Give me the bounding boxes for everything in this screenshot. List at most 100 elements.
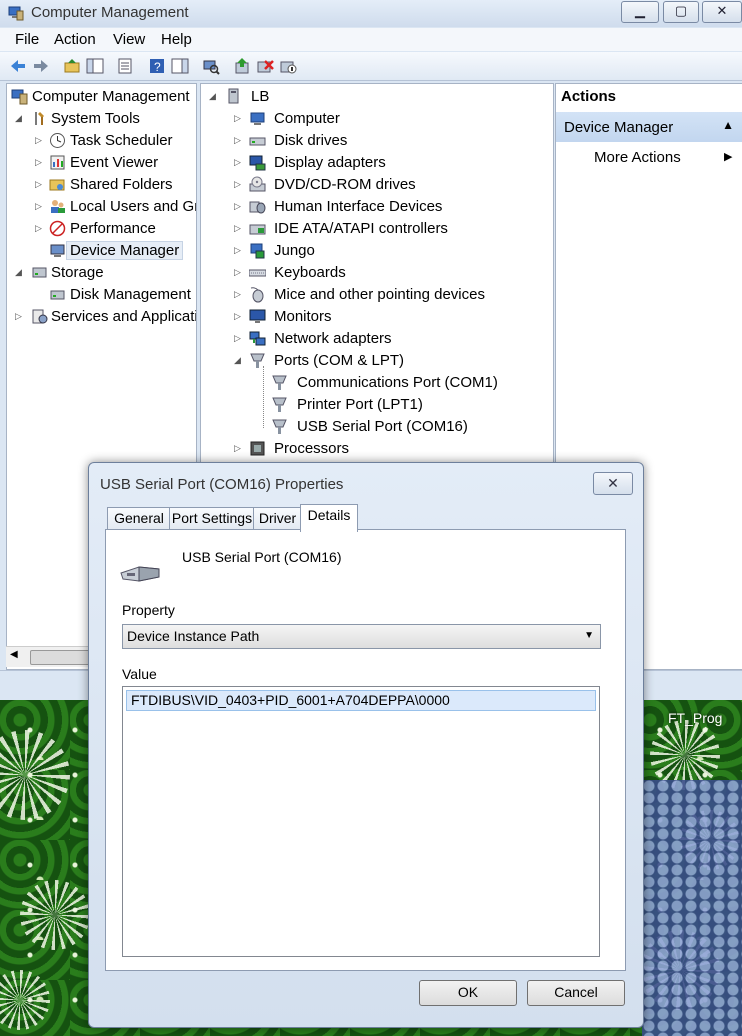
collapsed-arrow-icon[interactable]: ▷: [234, 157, 244, 169]
device-tree-root-label: LB: [251, 88, 270, 105]
menu-help[interactable]: Help: [161, 31, 192, 48]
title-bar[interactable]: Computer Management ▁ ▢ ✕: [0, 0, 742, 27]
collapsed-arrow-icon[interactable]: ▷: [35, 135, 45, 147]
collapsed-arrow-icon[interactable]: ▷: [234, 201, 244, 213]
expanded-arrow-icon[interactable]: ◢: [15, 267, 25, 279]
collapsed-arrow-icon[interactable]: ▷: [35, 179, 45, 191]
tools-icon: [35, 112, 44, 125]
device-category-label: Disk drives: [274, 132, 348, 149]
action-pane-icon[interactable]: [171, 57, 189, 75]
tree-item-label: System Tools: [51, 110, 140, 127]
expanded-arrow-icon[interactable]: ◢: [15, 113, 25, 125]
tree-item-label: Shared Folders: [70, 176, 173, 193]
up-folder-icon[interactable]: [63, 57, 81, 75]
show-hide-tree-icon[interactable]: [86, 57, 104, 75]
disable-device-icon[interactable]: [279, 57, 297, 75]
device-category-label: DVD/CD-ROM drives: [274, 176, 416, 193]
list-item[interactable]: FTDIBUS\VID_0403+PID_6001+A704DEPPA\0000: [126, 690, 596, 711]
device-manager-icon: [50, 244, 65, 257]
tree-item-label: Services and Applications: [51, 308, 197, 325]
device-category-label: Network adapters: [274, 330, 392, 347]
port-icon: [272, 397, 287, 412]
expanded-arrow-icon[interactable]: ◢: [234, 355, 244, 367]
help-icon[interactable]: ?: [148, 57, 166, 75]
device-category-label: Jungo: [274, 242, 315, 259]
monitor-icon: [249, 309, 266, 323]
back-arrow-icon[interactable]: [9, 57, 27, 75]
scroll-left-icon[interactable]: ◀: [10, 649, 18, 660]
collapsed-arrow-icon[interactable]: ▷: [35, 157, 45, 169]
cancel-button[interactable]: Cancel: [527, 980, 625, 1006]
collapse-up-icon[interactable]: ▲: [722, 118, 734, 132]
collapsed-arrow-icon[interactable]: ▷: [234, 289, 244, 301]
minimize-button[interactable]: ▁: [621, 1, 659, 23]
ide-controller-icon: [249, 224, 266, 235]
close-icon: ✕: [607, 475, 619, 491]
property-dropdown-value: Device Instance Path: [127, 628, 260, 644]
collapsed-arrow-icon[interactable]: ▷: [234, 311, 244, 323]
scan-hardware-icon[interactable]: [202, 57, 220, 75]
computer-icon: [228, 88, 239, 104]
tree-item-label: Device Manager: [66, 241, 184, 260]
device-category-label: Ports (COM & LPT): [274, 352, 405, 369]
forward-arrow-icon[interactable]: [32, 57, 50, 75]
tree-item-label: Computer Management: [32, 88, 190, 105]
mouse-icon: [250, 287, 264, 303]
menu-action[interactable]: Action: [54, 31, 96, 48]
list-item-text: FTDIBUS\VID_0403+PID_6001+A704DEPPA\0000: [131, 692, 450, 708]
computer-management-icon: [8, 6, 24, 21]
tab-details[interactable]: Details: [300, 504, 358, 532]
tree-item-label: Event Viewer: [70, 154, 159, 171]
shared-folder-icon: [49, 179, 65, 191]
collapsed-arrow-icon[interactable]: ▷: [234, 113, 244, 125]
menu-view[interactable]: View: [113, 31, 145, 48]
toolbar: ?: [0, 52, 742, 81]
desktop-icon-label[interactable]: FT_Prog: [668, 710, 722, 726]
tab-port-settings[interactable]: Port Settings: [169, 507, 255, 530]
actions-section-device-manager[interactable]: Device Manager ▲: [556, 112, 742, 142]
ok-button[interactable]: OK: [419, 980, 517, 1006]
dialog-title: USB Serial Port (COM16) Properties: [100, 476, 344, 493]
value-list[interactable]: FTDIBUS\VID_0403+PID_6001+A704DEPPA\0000: [122, 686, 600, 957]
collapsed-arrow-icon[interactable]: ▷: [234, 223, 244, 235]
collapsed-arrow-icon[interactable]: ▷: [15, 311, 25, 323]
maximize-button[interactable]: ▢: [663, 1, 699, 23]
property-dropdown[interactable]: Device Instance Path ▼: [122, 624, 601, 649]
window-title: Computer Management: [31, 4, 189, 21]
device-category-label: Processors: [274, 440, 350, 457]
submenu-arrow-icon: ▶: [724, 151, 733, 163]
update-driver-icon[interactable]: [233, 57, 251, 75]
close-icon: ✕: [716, 3, 728, 18]
collapsed-arrow-icon[interactable]: ▷: [234, 267, 244, 279]
port-icon: [272, 419, 287, 434]
tab-driver[interactable]: Driver: [253, 507, 302, 530]
menu-bar: File Action View Help: [0, 28, 742, 51]
device-category-label: Computer: [274, 110, 340, 127]
collapsed-arrow-icon[interactable]: ▷: [35, 223, 45, 235]
properties-dialog: USB Serial Port (COM16) Properties ✕ Gen…: [88, 462, 644, 1028]
collapsed-arrow-icon[interactable]: ▷: [234, 333, 244, 345]
collapsed-arrow-icon[interactable]: ▷: [35, 201, 45, 213]
uninstall-device-icon[interactable]: [256, 57, 274, 75]
usb-serial-port-icon: [120, 566, 160, 582]
dropdown-arrow-icon[interactable]: ▼: [584, 630, 594, 641]
dialog-close-button[interactable]: ✕: [593, 472, 633, 495]
close-button[interactable]: ✕: [702, 1, 742, 23]
menu-file[interactable]: File: [15, 31, 39, 48]
more-actions-link[interactable]: More Actions: [594, 149, 681, 166]
keyboard-icon: [249, 269, 266, 277]
collapsed-arrow-icon[interactable]: ▷: [234, 179, 244, 191]
tree-item-label: Performance: [70, 220, 156, 237]
tab-general[interactable]: General: [107, 507, 171, 530]
services-icon: [32, 309, 48, 324]
collapsed-arrow-icon[interactable]: ▷: [234, 135, 244, 147]
tree-item-label: Storage: [51, 264, 104, 281]
properties-icon[interactable]: [116, 57, 134, 75]
display-adapter-icon: [249, 155, 266, 171]
tree-item-label: Local Users and Groups: [70, 198, 196, 215]
maximize-icon: ▢: [674, 3, 688, 18]
expanded-arrow-icon[interactable]: ◢: [209, 91, 219, 103]
collapsed-arrow-icon[interactable]: ▷: [234, 443, 244, 455]
scroll-thumb[interactable]: [30, 650, 92, 665]
collapsed-arrow-icon[interactable]: ▷: [234, 245, 244, 257]
